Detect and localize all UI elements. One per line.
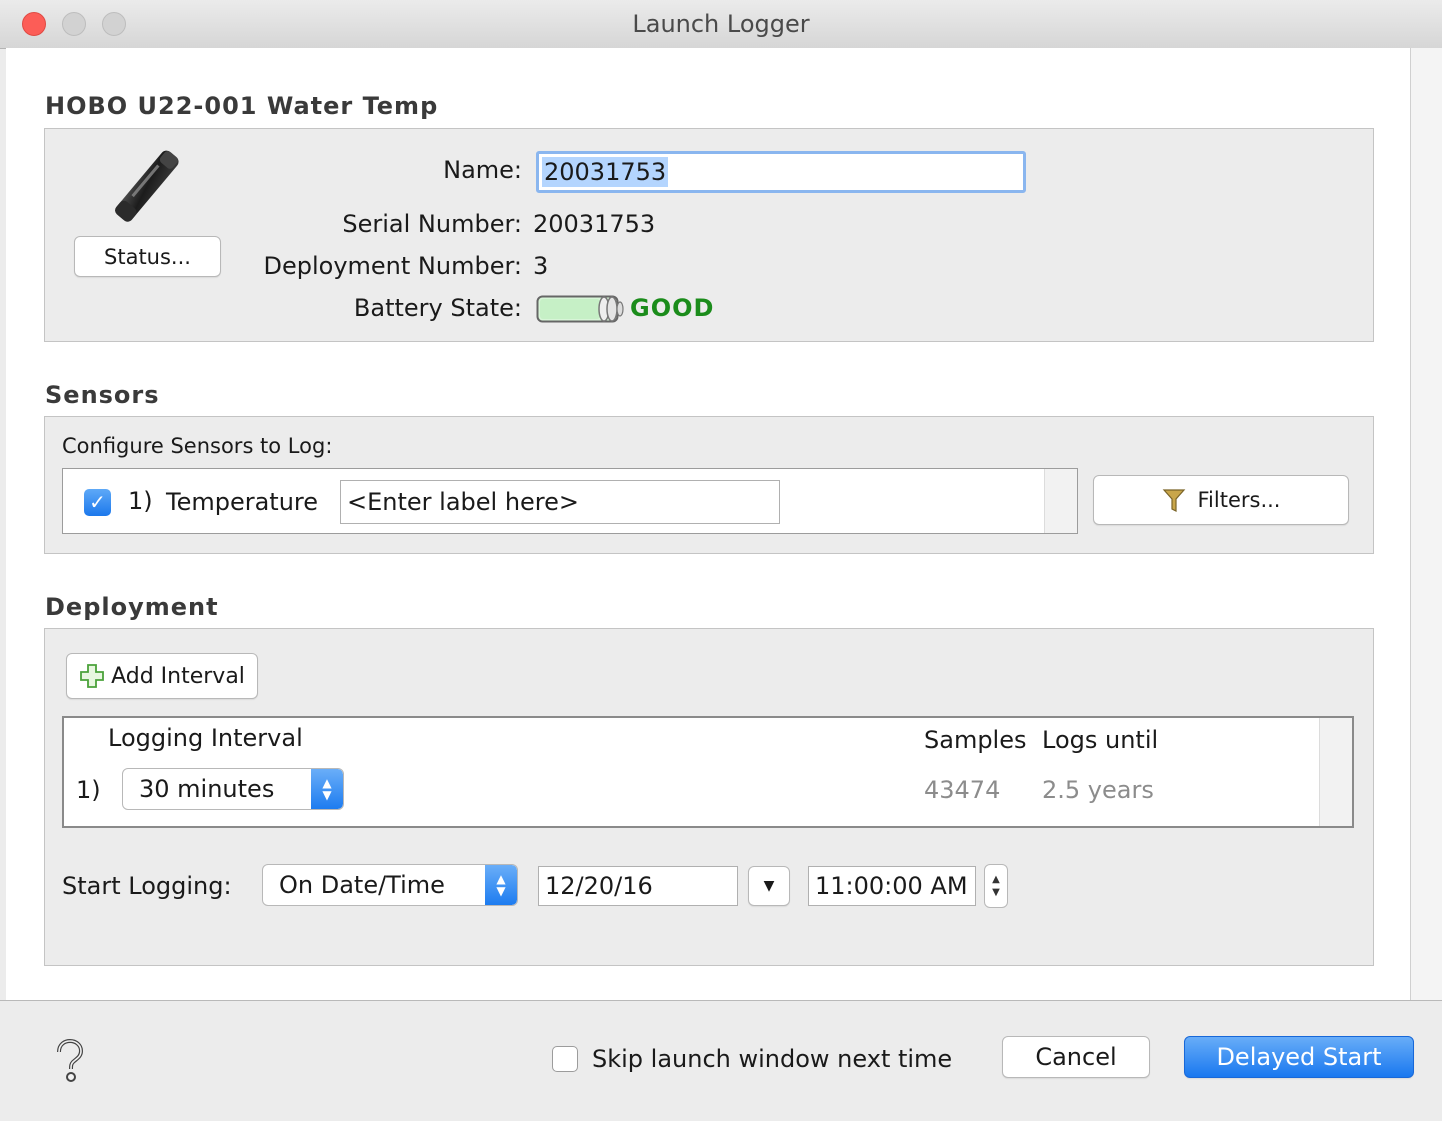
start-mode-select[interactable]: On Date/Time ▲ ▼ [262,864,518,906]
step-down-icon[interactable]: ▼ [992,886,1000,899]
start-time-value: 11:00:00 AM [815,872,968,900]
name-input-value: 20031753 [542,157,669,187]
filters-button[interactable]: Filters... [1093,475,1349,525]
sensor-name: Temperature [166,488,319,516]
skip-launch-label: Skip launch window next time [592,1045,953,1073]
date-picker-dropdown-button[interactable]: ▼ [748,866,790,906]
interval-table-scrollbar[interactable] [1319,718,1352,826]
logging-interval-header: Logging Interval [108,724,303,752]
device-section-title: HOBO U22-001 Water Temp [45,92,439,120]
filter-icon [1162,489,1185,512]
battery-status-text: GOOD [630,294,715,322]
sensor-index: 1) [128,487,153,515]
deployment-number-value: 3 [533,252,549,280]
add-interval-label: Add Interval [111,663,245,689]
start-date-value: 12/20/16 [545,872,653,900]
interval-select-value: 30 minutes [139,775,275,803]
plus-icon [80,664,104,688]
updown-arrows-icon: ▲ ▼ [311,769,343,809]
sensor-enabled-checkbox[interactable]: ✓ [84,489,111,516]
interval-select[interactable]: 30 minutes ▲ ▼ [122,768,344,810]
deployment-section-title: Deployment [45,593,219,621]
start-date-input[interactable]: 12/20/16 [538,866,738,906]
start-time-input[interactable]: 11:00:00 AM [808,866,976,906]
name-label: Name: [443,156,522,184]
serial-number-label: Serial Number: [342,210,522,238]
samples-header: Samples [924,726,1027,754]
window-title: Launch Logger [632,10,810,38]
sensor-label-input[interactable]: <Enter label here> [340,480,780,524]
time-stepper[interactable]: ▲ ▼ [984,864,1008,908]
configure-sensors-label: Configure Sensors to Log: [62,434,333,458]
step-up-icon[interactable]: ▲ [992,873,1000,886]
right-margin [1411,48,1442,1000]
battery-icon [536,295,624,323]
help-icon[interactable] [52,1038,86,1084]
skip-launch-checkbox[interactable] [552,1046,578,1072]
cancel-button[interactable]: Cancel [1002,1036,1150,1078]
add-interval-button[interactable]: Add Interval [66,653,258,699]
sensor-label-placeholder: <Enter label here> [347,488,580,516]
samples-value: 43474 [924,776,1001,804]
title-bar: Launch Logger [0,0,1442,49]
logs-until-value: 2.5 years [1042,776,1154,804]
serial-number-value: 20031753 [533,210,656,238]
filters-button-label: Filters... [1197,488,1281,512]
start-logging-label: Start Logging: [62,872,232,900]
sensor-list-scrollbar[interactable] [1044,469,1077,533]
chevron-down-icon: ▼ [763,878,775,894]
start-mode-value: On Date/Time [279,871,445,899]
deployment-number-label: Deployment Number: [263,252,522,280]
logs-until-header: Logs until [1042,726,1159,754]
updown-arrows-icon: ▲ ▼ [485,865,517,905]
battery-state-label: Battery State: [353,294,522,322]
sensors-section-title: Sensors [45,381,160,409]
name-input[interactable]: 20031753 [536,151,1026,193]
interval-row-index: 1) [76,776,101,804]
delayed-start-button[interactable]: Delayed Start [1184,1036,1414,1078]
